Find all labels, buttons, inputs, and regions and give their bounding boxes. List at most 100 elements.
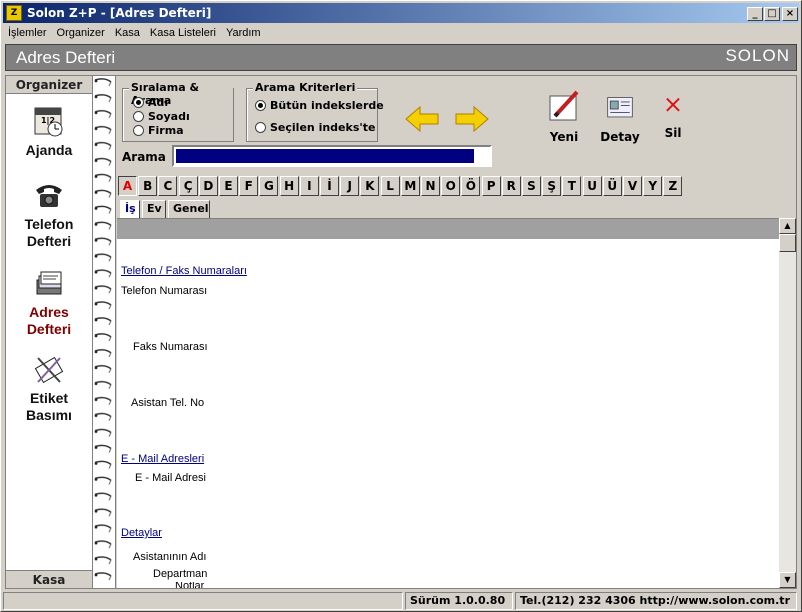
alphabet-letter-button[interactable]: K: [360, 176, 380, 196]
criteria-option-all[interactable]: Bütün indekslerde: [255, 99, 384, 112]
new-button[interactable]: Yeni: [544, 90, 584, 144]
next-arrow-icon[interactable]: [454, 104, 490, 134]
alphabet-letter-button[interactable]: Ö: [461, 176, 481, 196]
sort-option-label: Adı: [148, 96, 169, 109]
search-input[interactable]: [172, 145, 492, 167]
title-bar[interactable]: Z Solon Z+P - [Adres Defteri] _ □ ×: [3, 3, 799, 23]
label-print-icon: [34, 356, 64, 384]
page-header: Adres Defteri SOLON: [5, 44, 797, 71]
radio-dot: [255, 122, 266, 133]
radio-dot-selected: [255, 100, 266, 111]
spiral-binding: [93, 75, 115, 589]
new-label: Yeni: [549, 130, 579, 144]
alphabet-letter-button[interactable]: N: [421, 176, 440, 196]
alphabet-letter-button[interactable]: C: [158, 176, 178, 196]
alphabet-letter-button[interactable]: G: [259, 176, 279, 196]
delete-button[interactable]: Sil: [656, 94, 690, 140]
sort-option-soyadi[interactable]: Soyadı: [133, 110, 190, 123]
alphabet-letter-button[interactable]: D: [198, 176, 218, 196]
sort-option-label: Soyadı: [148, 110, 190, 123]
field-assistant-name: Asistanının Adı: [133, 551, 207, 563]
close-button[interactable]: ×: [782, 7, 798, 21]
menu-kasa-listeleri[interactable]: Kasa Listeleri: [145, 24, 221, 43]
sort-group: Sıralama & Arama Adı Soyadı Firma: [122, 81, 234, 142]
menu-islemler[interactable]: İşlemler: [3, 24, 52, 43]
alphabet-letter-button[interactable]: H: [279, 176, 299, 196]
menu-kasa[interactable]: Kasa: [110, 24, 145, 43]
scroll-down-button[interactable]: ▼: [779, 572, 796, 588]
page-title: Adres Defteri: [16, 48, 116, 67]
sidebar-item-ajanda[interactable]: 1|2 Ajanda: [6, 106, 92, 159]
alphabet-letter-button[interactable]: B: [138, 176, 158, 196]
alphabet-letter-button[interactable]: İ: [320, 176, 339, 196]
alphabet-letter-button[interactable]: A: [118, 176, 137, 196]
alphabet-letter-button[interactable]: Z: [663, 176, 683, 196]
scroll-up-button[interactable]: ▲: [779, 218, 796, 234]
alphabet-letter-button[interactable]: L: [380, 176, 400, 196]
previous-arrow-icon[interactable]: [404, 104, 440, 134]
address-book-icon: [36, 271, 62, 295]
radio-dot: [133, 125, 144, 136]
alphabet-letter-button[interactable]: M: [400, 176, 420, 196]
sort-option-adi[interactable]: Adı: [133, 96, 168, 109]
alphabet-letter-button[interactable]: O: [441, 176, 461, 196]
sidebar-item-etiket-basimi[interactable]: Etiket Basımı: [6, 354, 92, 424]
alphabet-letter-button[interactable]: V: [623, 176, 642, 196]
minimize-button[interactable]: _: [747, 7, 763, 21]
section-phone-fax[interactable]: Telefon / Faks Numaraları: [121, 265, 247, 277]
sidebar-item-adres-defteri[interactable]: Adres Defteri: [6, 268, 92, 338]
calendar-clock-icon: 1|2: [34, 107, 63, 137]
alphabet-letter-button[interactable]: R: [501, 176, 521, 196]
alphabet-letter-button[interactable]: P: [481, 176, 501, 196]
contact-detail-pane: Telefon / Faks Numaraları Telefon Numara…: [117, 218, 779, 588]
vertical-scrollbar[interactable]: ▲ ▼: [779, 218, 796, 588]
detail-button[interactable]: Detay: [600, 94, 640, 144]
maximize-button[interactable]: □: [764, 7, 780, 21]
status-version: Sürüm 1.0.0.80: [405, 592, 513, 610]
record-header-bar: [117, 219, 779, 239]
field-phone-number: Telefon Numarası: [121, 285, 208, 297]
app-icon[interactable]: Z: [6, 5, 22, 21]
scroll-thumb[interactable]: [779, 234, 796, 252]
alphabet-letter-button[interactable]: E: [219, 176, 238, 196]
alphabet-letter-button[interactable]: Ü: [602, 176, 622, 196]
sidebar-label-telefon-defteri: Telefon Defteri: [24, 216, 74, 249]
search-label: Arama: [122, 150, 166, 164]
field-fax-number: Faks Numarası: [133, 341, 208, 353]
tab-ev[interactable]: Ev: [142, 200, 166, 218]
section-email[interactable]: E - Mail Adresleri: [121, 453, 204, 465]
alphabet-letter-button[interactable]: Y: [643, 176, 663, 196]
alphabet-letter-button[interactable]: I: [299, 176, 319, 196]
alphabet-letter-button[interactable]: T: [562, 176, 582, 196]
detail-card-icon: [607, 97, 633, 118]
status-contact: Tel.(212) 232 4306 http://www.solon.com.…: [515, 592, 797, 610]
sidebar-label-adres-defteri: Adres Defteri: [26, 304, 72, 337]
alphabet-letter-button[interactable]: U: [582, 176, 602, 196]
brand-label: SOLON: [725, 46, 790, 65]
section-details[interactable]: Detaylar: [121, 527, 162, 539]
status-bar: Sürüm 1.0.0.80 Tel.(212) 232 4306 http:/…: [3, 591, 799, 611]
criteria-option-label: Seçilen indeks'te: [270, 121, 376, 134]
field-notes: Notlar: [175, 582, 205, 588]
radio-dot: [133, 111, 144, 122]
alphabet-letter-button[interactable]: J: [340, 176, 360, 196]
sidebar-item-telefon-defteri[interactable]: Telefon Defteri: [6, 180, 92, 250]
sidebar-foot-kasa[interactable]: Kasa: [6, 570, 92, 588]
menu-organizer[interactable]: Organizer: [52, 24, 110, 43]
alphabet-letter-button[interactable]: F: [239, 176, 259, 196]
address-book-panel: Sıralama & Arama Adı Soyadı Firma Arama …: [115, 75, 797, 589]
alphabet-letter-button[interactable]: Ş: [542, 176, 562, 196]
delete-label: Sil: [664, 126, 682, 140]
tab-genel[interactable]: Genel: [168, 200, 210, 218]
criteria-option-selected[interactable]: Seçilen indeks'te: [255, 121, 375, 134]
sidebar-label-ajanda: Ajanda: [25, 142, 73, 158]
alphabet-letter-button[interactable]: Ç: [178, 176, 198, 196]
tab-is[interactable]: İş: [120, 200, 140, 218]
criteria-legend: Arama Kriterleri: [253, 81, 358, 94]
window-title: Solon Z+P - [Adres Defteri]: [27, 6, 212, 20]
menu-yardim[interactable]: Yardım: [221, 24, 266, 43]
alphabet-letter-button[interactable]: S: [522, 176, 541, 196]
sort-option-firma[interactable]: Firma: [133, 124, 184, 137]
sidebar-head-organizer[interactable]: Organizer: [6, 76, 92, 94]
menu-bar: İşlemler Organizer Kasa Kasa Listeleri Yardı…: [3, 23, 799, 42]
